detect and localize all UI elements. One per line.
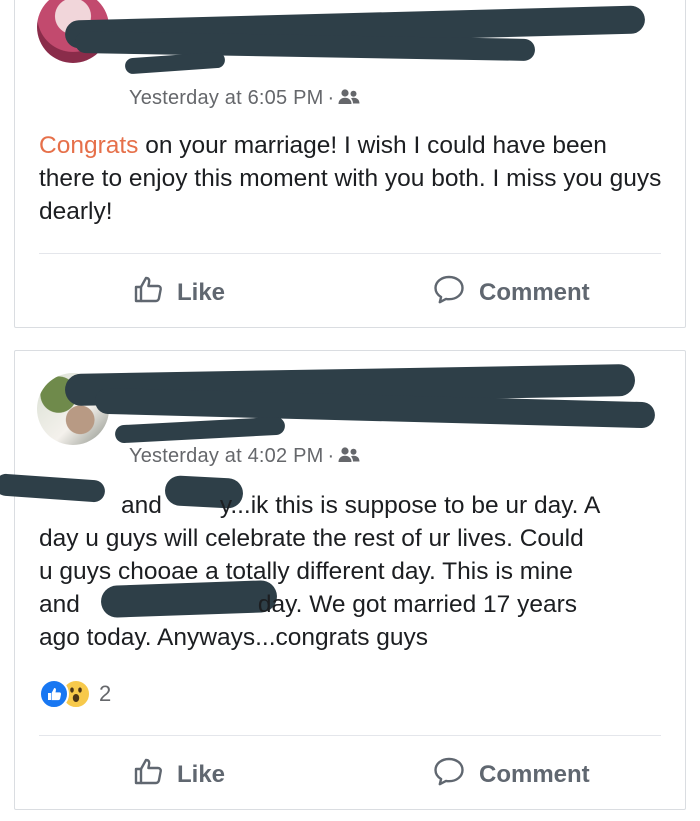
like-button[interactable]: Like bbox=[133, 274, 225, 311]
comment-icon bbox=[433, 274, 479, 311]
reaction-count: 2 bbox=[99, 681, 112, 706]
like-label: Like bbox=[177, 278, 226, 306]
separator: · bbox=[327, 445, 335, 467]
redacted-name bbox=[114, 416, 286, 444]
comment-card: Yesterday at 6:05 PM · Congrats on your m… bbox=[14, 0, 686, 328]
redacted-name bbox=[124, 51, 226, 75]
comment-text-fragment: y...ik this is suppose to be ur day. A bbox=[219, 492, 601, 519]
friends-icon bbox=[338, 445, 360, 467]
link-text[interactable]: Congrats bbox=[39, 132, 138, 159]
comment-line: and day. We got married 17 years bbox=[39, 588, 667, 621]
comment-text: Congrats on your marriage! I wish I coul… bbox=[39, 129, 667, 228]
like-icon bbox=[133, 756, 177, 793]
comment-button[interactable]: Comment bbox=[433, 274, 590, 311]
comment-card: Yesterday at 4:02 PM · and y...ik this is … bbox=[0, 350, 686, 810]
divider bbox=[39, 253, 661, 254]
reaction-summary[interactable]: 2 bbox=[39, 679, 111, 709]
comment-text-fragment: day. We got married 17 years bbox=[257, 591, 577, 618]
comment-text-fragment: and bbox=[121, 492, 162, 519]
timestamp[interactable]: Yesterday at 6:05 PM bbox=[129, 87, 324, 109]
comment-button[interactable]: Comment bbox=[433, 756, 590, 793]
timestamp[interactable]: Yesterday at 4:02 PM bbox=[129, 445, 324, 467]
comment-line: ago today. Anyways...congrats guys bbox=[39, 624, 429, 651]
comment-text-fragment: and bbox=[39, 591, 80, 618]
comment-line: day u guys will celebrate the rest of ur… bbox=[39, 525, 584, 552]
comment-icon bbox=[433, 756, 479, 793]
comment-text: and y...ik this is suppose to be ur day. … bbox=[39, 489, 667, 654]
post-meta: Yesterday at 4:02 PM · bbox=[129, 445, 360, 468]
divider bbox=[39, 735, 661, 736]
comment-label: Comment bbox=[479, 760, 590, 788]
like-reaction-icon bbox=[39, 679, 69, 709]
like-button[interactable]: Like bbox=[133, 756, 225, 793]
comment-line: and y...ik this is suppose to be ur day. … bbox=[39, 489, 667, 522]
comment-label: Comment bbox=[479, 278, 590, 306]
friends-icon bbox=[338, 87, 360, 109]
like-icon bbox=[133, 274, 177, 311]
post-meta: Yesterday at 6:05 PM · bbox=[129, 87, 360, 110]
comment-line: u guys chooae a totally different day. T… bbox=[39, 558, 573, 585]
like-label: Like bbox=[177, 760, 226, 788]
separator: · bbox=[327, 87, 335, 109]
